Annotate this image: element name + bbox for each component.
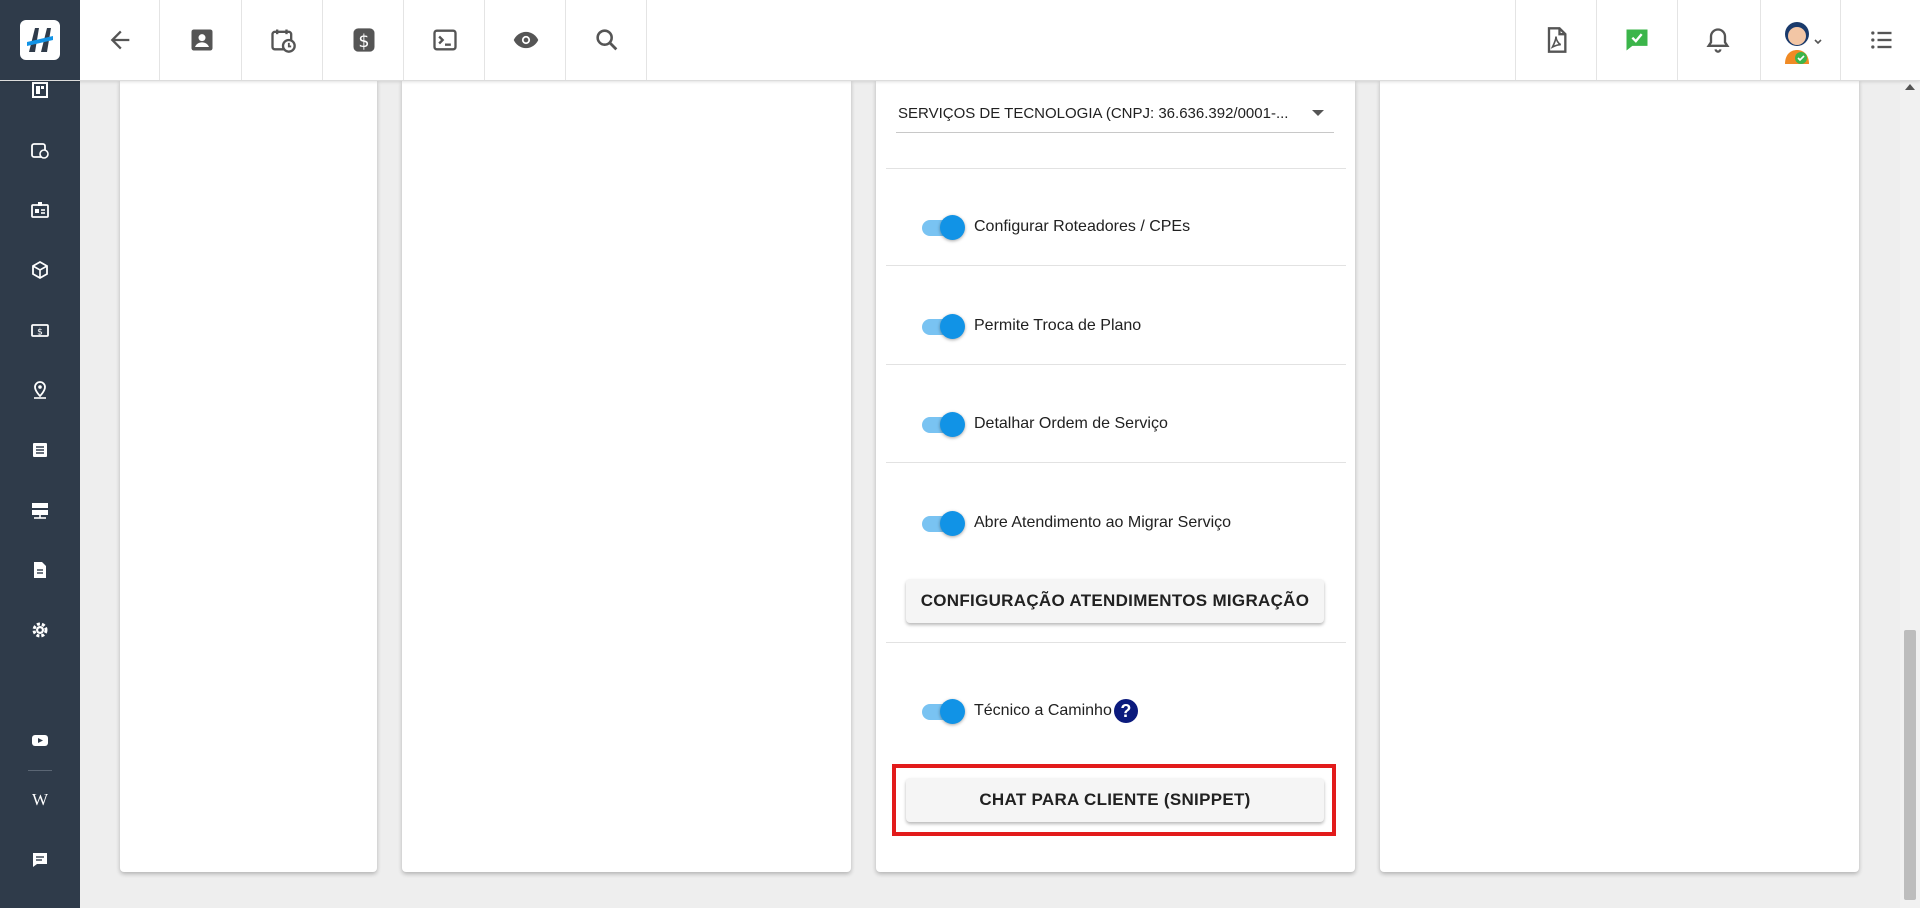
logo-icon	[20, 20, 60, 60]
eye-icon	[513, 31, 538, 49]
menu-button[interactable]	[1840, 0, 1920, 80]
server-icon	[32, 503, 48, 519]
sidebar-item-documents[interactable]	[0, 550, 80, 590]
id-card-icon	[31, 202, 49, 218]
sidebar-item-customers[interactable]	[0, 190, 80, 230]
scroll-up-arrow-icon[interactable]	[1905, 84, 1915, 90]
company-select-value: SERVIÇOS DE TECNOLOGIA (CNPJ: 36.636.392…	[898, 104, 1289, 122]
service-order-detail-toggle[interactable]	[922, 409, 965, 439]
sidebar-item-maps[interactable]	[0, 370, 80, 410]
toggle-row-service-order-detail: Detalhar Ordem de Serviço	[922, 409, 1168, 439]
calendar-clock-icon	[31, 143, 49, 159]
dashboard-icon	[32, 82, 48, 98]
search-button[interactable]	[567, 0, 647, 80]
toggle-label: Abre Atendimento ao Migrar Serviço	[974, 514, 1232, 531]
arrow-left-icon	[110, 30, 129, 50]
pdf-button[interactable]	[1515, 0, 1595, 80]
divider	[886, 462, 1346, 463]
list-alt-icon	[33, 443, 47, 457]
panel-4	[1380, 80, 1859, 872]
sidebar-item-settings[interactable]	[0, 610, 80, 650]
company-select[interactable]: SERVIÇOS DE TECNOLOGIA (CNPJ: 36.636.392…	[896, 94, 1334, 133]
sidebar-item-schedule[interactable]	[0, 130, 80, 170]
sidebar-item-reports[interactable]	[0, 430, 80, 470]
chat-check-icon	[1626, 29, 1647, 51]
open-ticket-migration-toggle[interactable]	[922, 508, 965, 538]
sidebar-divider	[28, 770, 52, 771]
configure-routers-toggle[interactable]	[922, 212, 965, 242]
scrollbar-thumb[interactable]	[1904, 630, 1916, 900]
avatar	[1784, 22, 1822, 64]
toggle-row-open-ticket-migration: Abre Atendimento ao Migrar Serviço	[922, 508, 1231, 538]
calendar-clock-icon	[270, 29, 296, 53]
youtube-icon	[32, 735, 48, 746]
divider	[886, 364, 1346, 365]
contacts-button[interactable]	[162, 0, 242, 80]
divider	[886, 265, 1346, 266]
box-icon	[32, 260, 48, 280]
wikipedia-icon: W	[31, 790, 49, 809]
user-menu[interactable]	[1760, 0, 1840, 80]
sidebar-item-videos[interactable]	[0, 720, 80, 760]
view-button[interactable]	[486, 0, 566, 80]
settings-icon	[32, 622, 48, 638]
bell-icon	[1705, 28, 1730, 53]
migration-config-button[interactable]: CONFIGURAÇÃO ATENDIMENTOS MIGRAÇÃO	[906, 579, 1324, 623]
panel-1	[120, 80, 377, 872]
sidebar-item-inventory[interactable]	[0, 250, 80, 290]
help-icon[interactable]: ?	[1113, 699, 1138, 723]
svg-text:$: $	[358, 32, 369, 52]
toggle-label: Permite Troca de Plano	[974, 317, 1142, 334]
panel-2	[402, 80, 851, 872]
notifications-button[interactable]	[1677, 0, 1757, 80]
sidebar-item-messages[interactable]	[0, 840, 80, 880]
document-icon	[34, 562, 46, 578]
top-toolbar: $	[0, 0, 1920, 81]
sidebar: $ W	[0, 80, 80, 908]
plan-change-toggle[interactable]	[922, 311, 965, 341]
location-icon	[34, 381, 46, 399]
chat-snippet-button[interactable]: CHAT PARA CLIENTE (SNIPPET)	[906, 778, 1324, 822]
toggle-label: Técnico a Caminho	[974, 702, 1112, 719]
divider	[886, 642, 1346, 643]
terminal-button[interactable]	[405, 0, 485, 80]
pdf-icon	[1547, 27, 1566, 53]
chat-button[interactable]	[1596, 0, 1676, 80]
contact-card-icon	[191, 29, 212, 51]
list-icon	[1870, 31, 1891, 49]
app-logo[interactable]	[0, 0, 80, 80]
schedule-button[interactable]	[243, 0, 323, 80]
technician-on-way-toggle[interactable]	[922, 696, 965, 726]
scrollbar[interactable]	[1900, 80, 1920, 908]
sidebar-item-wiki[interactable]: W	[0, 780, 80, 820]
financial-button[interactable]: $	[324, 0, 404, 80]
search-icon	[595, 29, 617, 51]
divider	[886, 168, 1346, 169]
toggle-row-plan-change: Permite Troca de Plano	[922, 311, 1141, 341]
sidebar-item-financial[interactable]: $	[0, 310, 80, 350]
toggle-label: Detalhar Ordem de Serviço	[974, 415, 1168, 432]
settings-panel: SERVIÇOS DE TECNOLOGIA (CNPJ: 36.636.392…	[876, 80, 1355, 872]
toggle-row-configure-routers: Configurar Roteadores / CPEs	[922, 212, 1190, 242]
money-icon: $	[31, 324, 49, 338]
sidebar-item-network[interactable]	[0, 490, 80, 530]
caret-down-icon	[1312, 110, 1324, 116]
back-button[interactable]	[80, 0, 160, 80]
svg-text:$: $	[37, 328, 43, 338]
message-icon	[33, 853, 47, 867]
terminal-icon	[432, 29, 457, 51]
toggle-label: Configurar Roteadores / CPEs	[974, 218, 1191, 235]
toggle-row-technician-on-way: Técnico a Caminho ?	[922, 696, 1138, 726]
dollar-icon: $	[353, 28, 374, 52]
